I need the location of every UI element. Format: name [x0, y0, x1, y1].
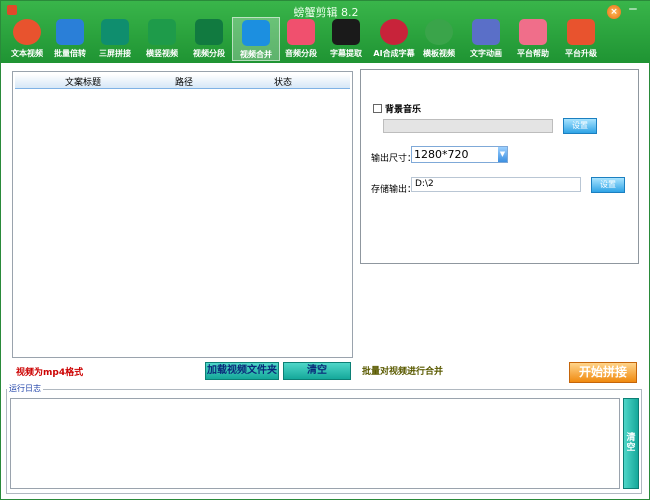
audio-wave-icon	[380, 19, 408, 45]
start-button[interactable]: 开始拼接	[569, 362, 637, 383]
app-window: 螃蟹剪辑 8.2 × ‒ 文本视频 批量倍转 三屏拼接 横竖视频 视频分段 视频…	[0, 0, 650, 500]
basketball-icon	[13, 19, 41, 45]
refresh-icon	[56, 19, 84, 45]
load-folder-button[interactable]: 加载视频文件夹	[205, 362, 279, 380]
tool-label: 视频分段	[193, 49, 225, 58]
text-icon	[332, 19, 360, 45]
format-note: 视频为mp4格式	[16, 368, 84, 378]
log-legend: 运行日志	[7, 383, 43, 394]
tool-orientation-video[interactable]: 横竖视频	[138, 17, 186, 61]
tool-video-merge[interactable]: 视频合并	[232, 17, 280, 61]
tool-template-video[interactable]: 横板视频	[415, 17, 463, 61]
tool-ai-subtitle[interactable]: AI合成字幕	[370, 17, 418, 61]
tool-label: 字幕提取	[330, 49, 362, 58]
bgm-checkbox[interactable]	[373, 104, 382, 113]
bgm-browse-button[interactable]: 设置	[563, 118, 597, 134]
tool-label: 横板视频	[423, 49, 455, 58]
tool-audio-segment[interactable]: 音频分段	[277, 17, 325, 61]
tool-batch-convert[interactable]: 批量倍转	[46, 17, 94, 61]
tool-three-screen[interactable]: 三屏拼接	[91, 17, 139, 61]
tool-text-video[interactable]: 文本视频	[3, 17, 51, 61]
column-header-path[interactable]: 路径	[175, 75, 193, 88]
main-toolbar: 文本视频 批量倍转 三屏拼接 横竖视频 视频分段 视频合并 音频分段 字幕提取 …	[1, 15, 650, 61]
clear-log-button[interactable]: 清空	[623, 398, 639, 489]
list-header: 文案标题 路径 状态	[15, 74, 350, 89]
tool-label: 文本视频	[11, 49, 43, 58]
batch-merge-text: 批量对视频进行合并	[362, 367, 444, 377]
grid-icon	[519, 19, 547, 45]
split-screen-icon	[101, 19, 129, 45]
video-merge-icon	[242, 20, 270, 46]
music-icon	[287, 19, 315, 45]
tool-subtitle-extract[interactable]: 字幕提取	[322, 17, 370, 61]
clear-list-button[interactable]: 清空	[283, 362, 351, 380]
tool-platform-upgrade[interactable]: 平台升级	[557, 17, 605, 61]
size-label: 输出尺寸：	[371, 154, 417, 164]
log-group: 运行日志 清空	[6, 383, 642, 494]
log-textarea[interactable]	[10, 398, 620, 489]
column-header-title[interactable]: 文案标题	[65, 75, 101, 88]
output-size-value: 1280*720	[414, 148, 469, 161]
column-header-status[interactable]: 状态	[274, 75, 292, 88]
film-icon	[472, 19, 500, 45]
rocket-icon	[567, 19, 595, 45]
tool-platform-help[interactable]: 平台帮助	[509, 17, 557, 61]
tool-video-segment[interactable]: 视频分段	[185, 17, 233, 61]
settings-panel: 背景音乐 设置 输出尺寸： 1280*720 ▼ 存储输出： D:\2 设置	[360, 69, 639, 264]
tool-label: 音频分段	[285, 49, 317, 58]
store-label: 存储输出：	[371, 185, 417, 195]
tool-label: 平台帮助	[517, 49, 549, 58]
template-icon	[425, 19, 453, 45]
store-browse-button[interactable]: 设置	[591, 177, 625, 193]
output-size-select[interactable]: 1280*720 ▼	[411, 146, 508, 163]
bgm-label: 背景音乐	[385, 105, 422, 115]
store-path-input[interactable]: D:\2	[411, 177, 581, 192]
bgm-path-field[interactable]	[383, 119, 553, 133]
video-list[interactable]: 文案标题 路径 状态	[12, 71, 353, 358]
tool-label: AI合成字幕	[373, 49, 415, 58]
cut-icon	[195, 19, 223, 45]
title-bar: 螃蟹剪辑 8.2 × ‒ 文本视频 批量倍转 三屏拼接 横竖视频 视频分段 视频…	[1, 1, 650, 63]
tv-icon	[148, 19, 176, 45]
tool-label: 视频合并	[240, 50, 272, 59]
tool-label: 三屏拼接	[99, 49, 131, 58]
tool-label: 平台升级	[565, 49, 597, 58]
tool-label: 横竖视频	[146, 49, 178, 58]
tool-label: 文字动画	[470, 49, 502, 58]
tool-text-animation[interactable]: 文字动画	[462, 17, 510, 61]
tool-label: 批量倍转	[54, 49, 86, 58]
chevron-down-icon[interactable]: ▼	[498, 147, 507, 162]
